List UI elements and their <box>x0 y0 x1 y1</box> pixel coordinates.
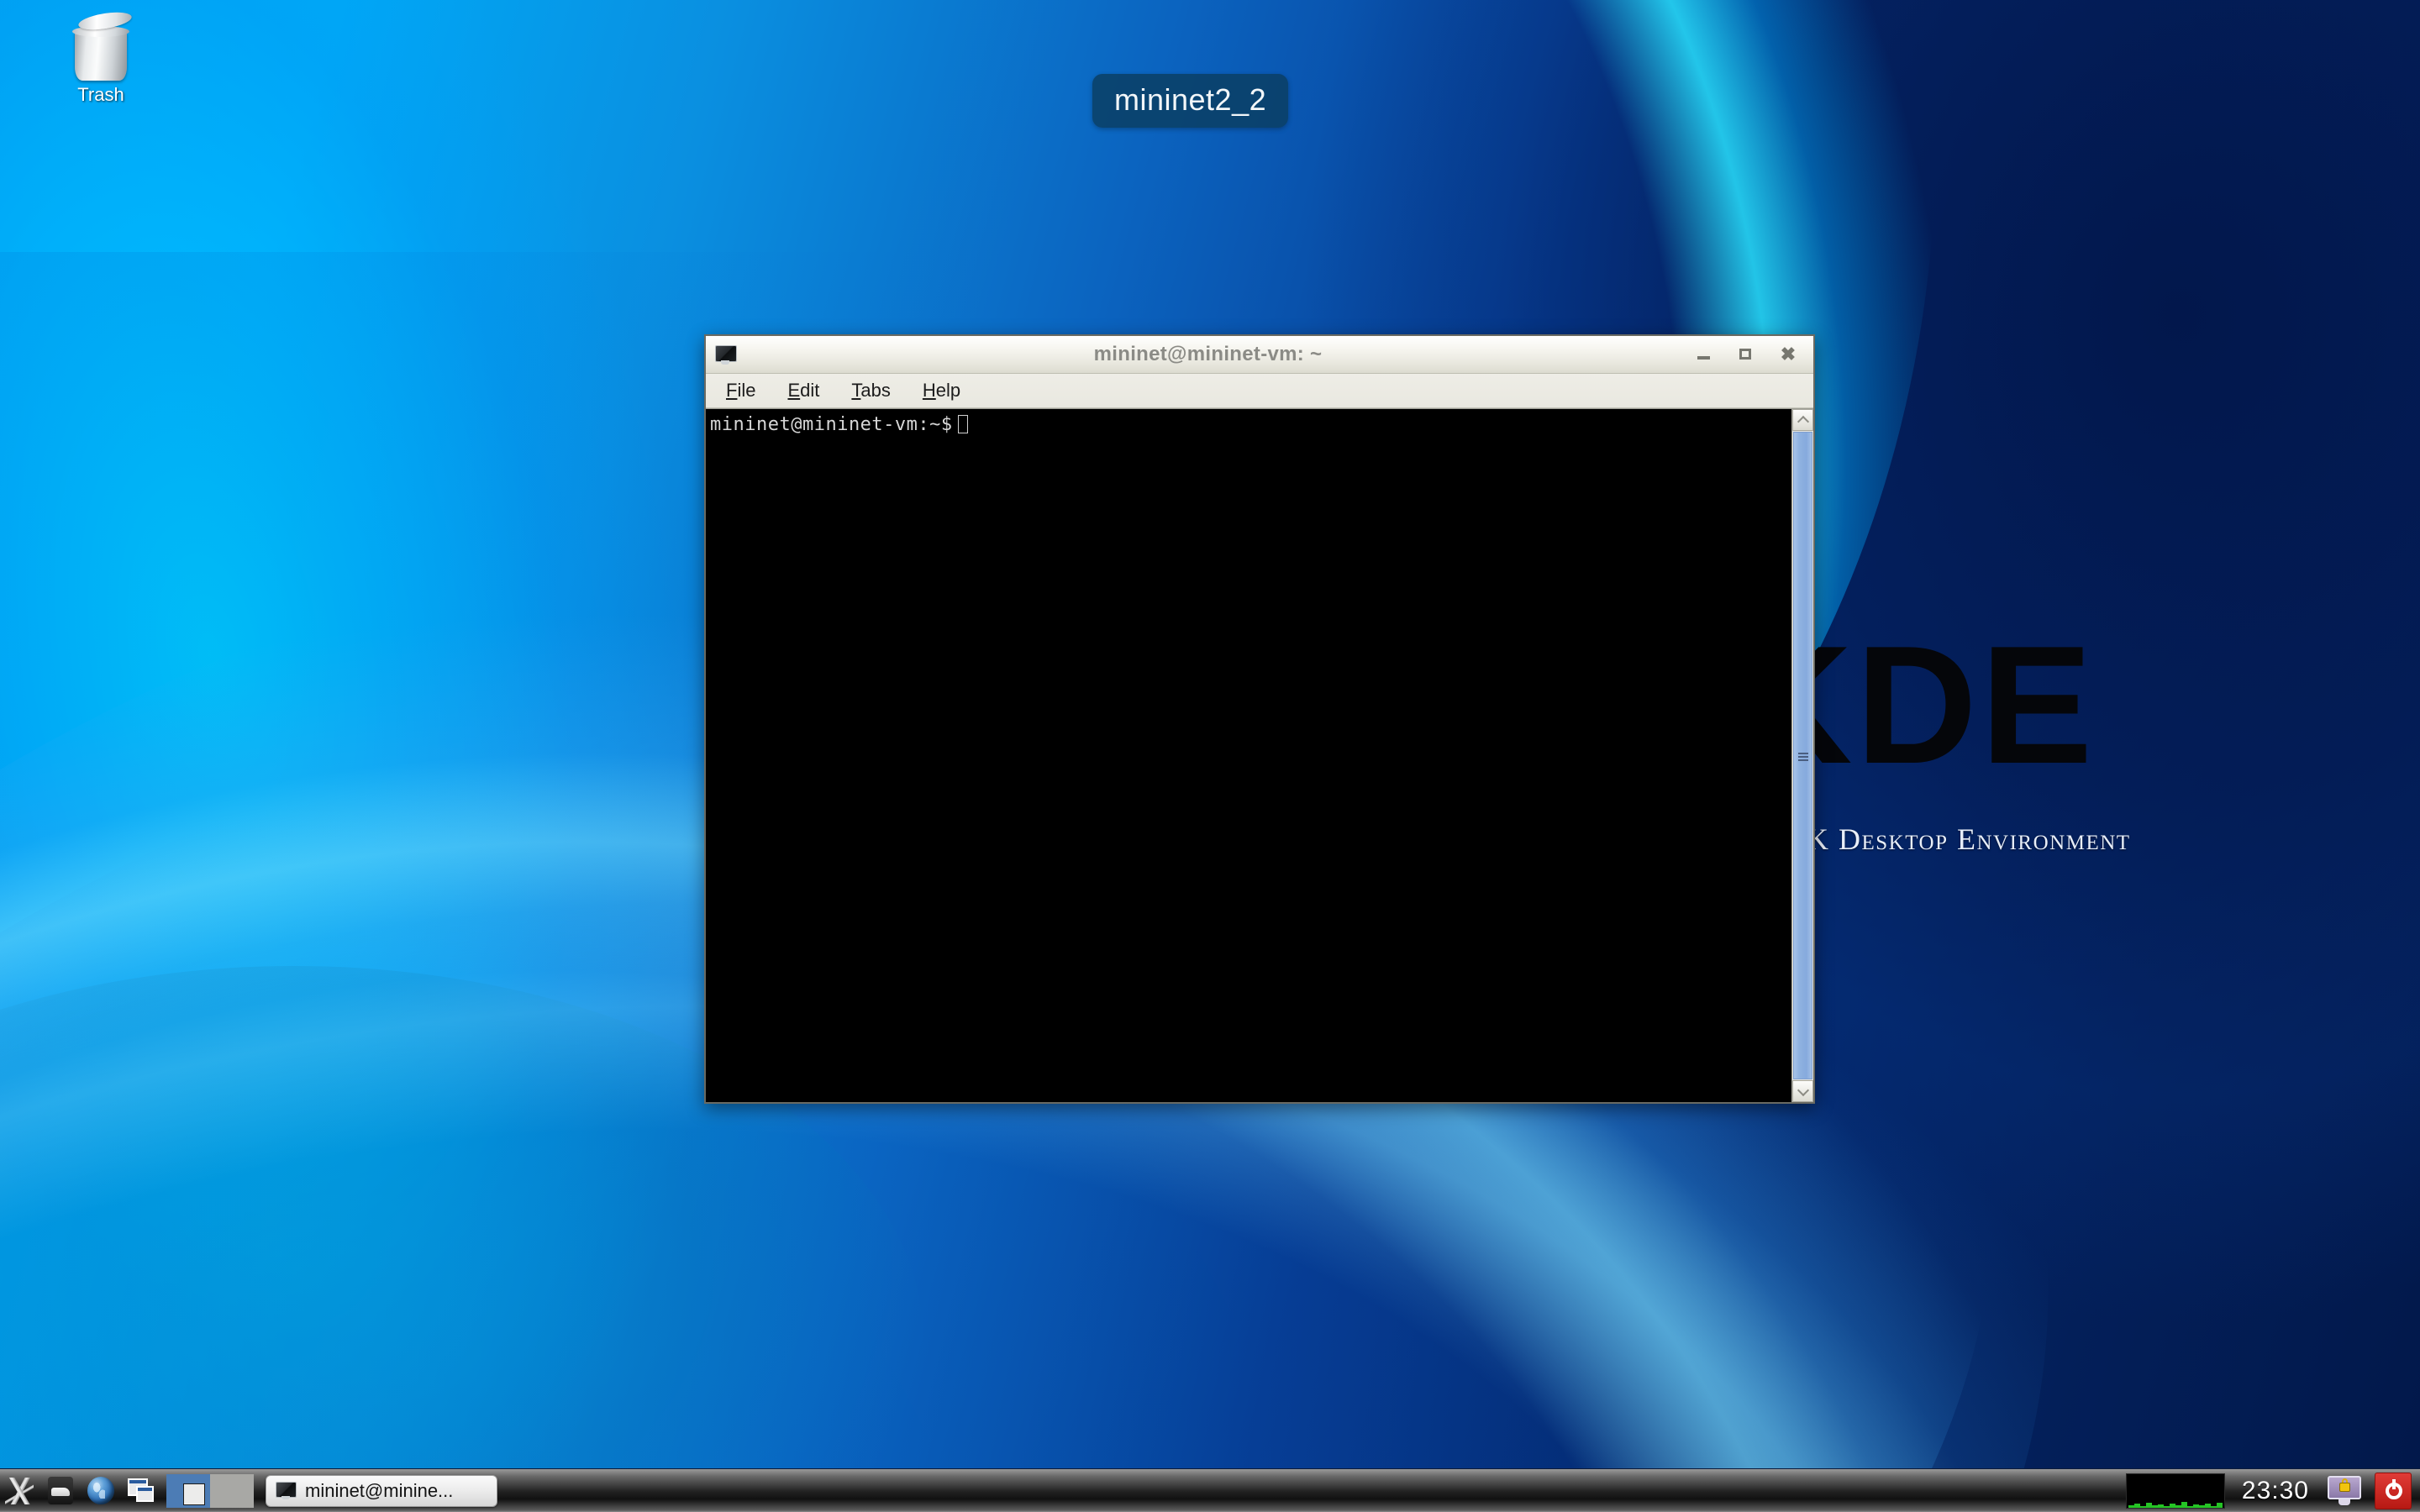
kde-wallpaper-logo: KDE K Desktop Environment <box>1731 622 2420 899</box>
window-menubar[interactable]: File Edit Tabs Help <box>706 374 1813 408</box>
terminal-output-area[interactable]: mininet@mininet-vm:~$ <box>706 409 1791 1102</box>
menu-file-rest: ile <box>737 380 756 401</box>
trash-icon <box>68 9 134 82</box>
lock-screen-icon[interactable] <box>2326 1474 2363 1508</box>
menu-tabs-accel: T <box>851 380 861 401</box>
pager-desktop-2[interactable] <box>210 1473 254 1508</box>
terminal-scrollbar[interactable] <box>1791 409 1813 1102</box>
scroll-up-icon[interactable] <box>1792 409 1813 431</box>
menu-tabs-rest: abs <box>860 380 891 401</box>
monitor-bar <box>2204 1503 2211 1508</box>
menu-tabs[interactable]: Tabs <box>846 377 895 404</box>
scrollbar-thumb[interactable] <box>1793 432 1812 1079</box>
menu-file[interactable]: File <box>721 377 760 404</box>
desktop-pager[interactable] <box>166 1473 254 1508</box>
menu-help-rest: elp <box>935 380 961 401</box>
shutdown-power-icon[interactable] <box>2375 1472 2412 1509</box>
clock[interactable]: 23:30 <box>2237 1477 2314 1505</box>
terminal-body[interactable]: mininet@mininet-vm:~$ <box>706 408 1813 1102</box>
monitor-bar <box>2139 1505 2146 1508</box>
close-button[interactable]: ✖ <box>1780 345 1797 364</box>
minimize-button[interactable] <box>1696 346 1712 363</box>
desktop-name-badge: mininet2_2 <box>1092 74 1289 128</box>
taskbar[interactable]: mininet@minine... 23:30 <box>0 1468 2420 1512</box>
monitor-bar <box>2210 1505 2217 1508</box>
monitor-bar <box>2175 1504 2181 1508</box>
taskbar-item-terminal[interactable]: mininet@minine... <box>266 1474 497 1507</box>
maximize-button[interactable] <box>1738 346 1754 363</box>
trash-can-body <box>75 30 127 81</box>
monitor-bar <box>2169 1503 2175 1508</box>
system-tray: 23:30 <box>2125 1472 2412 1509</box>
menu-edit[interactable]: Edit <box>782 377 824 404</box>
menu-edit-rest: dit <box>800 380 820 401</box>
monitor-bar <box>2151 1504 2158 1508</box>
monitor-bar <box>2157 1504 2164 1508</box>
scroll-down-icon[interactable] <box>1792 1080 1813 1102</box>
file-manager-icon[interactable] <box>40 1471 81 1511</box>
kickoff-launcher-icon[interactable] <box>0 1471 40 1511</box>
monitor-bar <box>2145 1502 2152 1508</box>
window-title: mininet@mininet-vm: ~ <box>1093 343 1323 365</box>
terminal-monitor-icon <box>713 345 737 365</box>
terminal-cursor <box>957 415 968 433</box>
monitor-screen <box>715 345 737 362</box>
desktop-icon-label: Trash <box>77 84 124 105</box>
pager-desktop-1[interactable] <box>166 1473 210 1508</box>
menu-edit-accel: E <box>787 380 801 401</box>
menu-help-accel: H <box>922 380 936 401</box>
system-monitor-graph[interactable] <box>2125 1473 2225 1509</box>
web-browser-globe-icon[interactable] <box>81 1471 121 1511</box>
monitor-stand <box>281 1495 290 1499</box>
shell-prompt: mininet@mininet-vm:~$ <box>710 414 953 435</box>
taskbar-item-label: mininet@minine... <box>305 1479 454 1501</box>
monitor-bar <box>2198 1504 2205 1508</box>
monitor-bar <box>2181 1501 2187 1508</box>
power-stem <box>2392 1478 2396 1489</box>
lock-monitor-stand <box>2338 1499 2350 1505</box>
monitor-bar <box>2186 1505 2193 1508</box>
kde-logo-subtitle: K Desktop Environment <box>1807 822 2131 856</box>
window-list-icon[interactable] <box>121 1471 161 1511</box>
pager-window-thumb <box>183 1483 205 1505</box>
monitor-bar <box>2163 1505 2170 1508</box>
taskbar-launchers <box>0 1469 161 1512</box>
terminal-window[interactable]: mininet@mininet-vm: ~ ✖ File Edit Tabs H… <box>704 334 1815 1104</box>
monitor-bar <box>2216 1502 2223 1508</box>
monitor-screen <box>276 1481 297 1498</box>
monitor-bar <box>2192 1504 2199 1508</box>
menu-file-accel: F <box>726 380 738 401</box>
monitor-bar <box>2128 1504 2134 1508</box>
menu-help[interactable]: Help <box>918 377 965 404</box>
desktop-background[interactable]: KDE K Desktop Environment Trash mininet2… <box>0 0 2420 1512</box>
task-list: mininet@minine... <box>266 1474 2126 1507</box>
desktop-icon-trash[interactable]: Trash <box>34 9 168 106</box>
window-controls: ✖ <box>1696 345 1797 364</box>
terminal-monitor-icon <box>275 1481 297 1500</box>
window-titlebar[interactable]: mininet@mininet-vm: ~ ✖ <box>706 336 1813 374</box>
monitor-bar <box>2133 1503 2140 1508</box>
scrollbar-grip <box>1797 752 1808 761</box>
monitor-stand <box>721 360 729 365</box>
padlock-body <box>2339 1482 2350 1492</box>
